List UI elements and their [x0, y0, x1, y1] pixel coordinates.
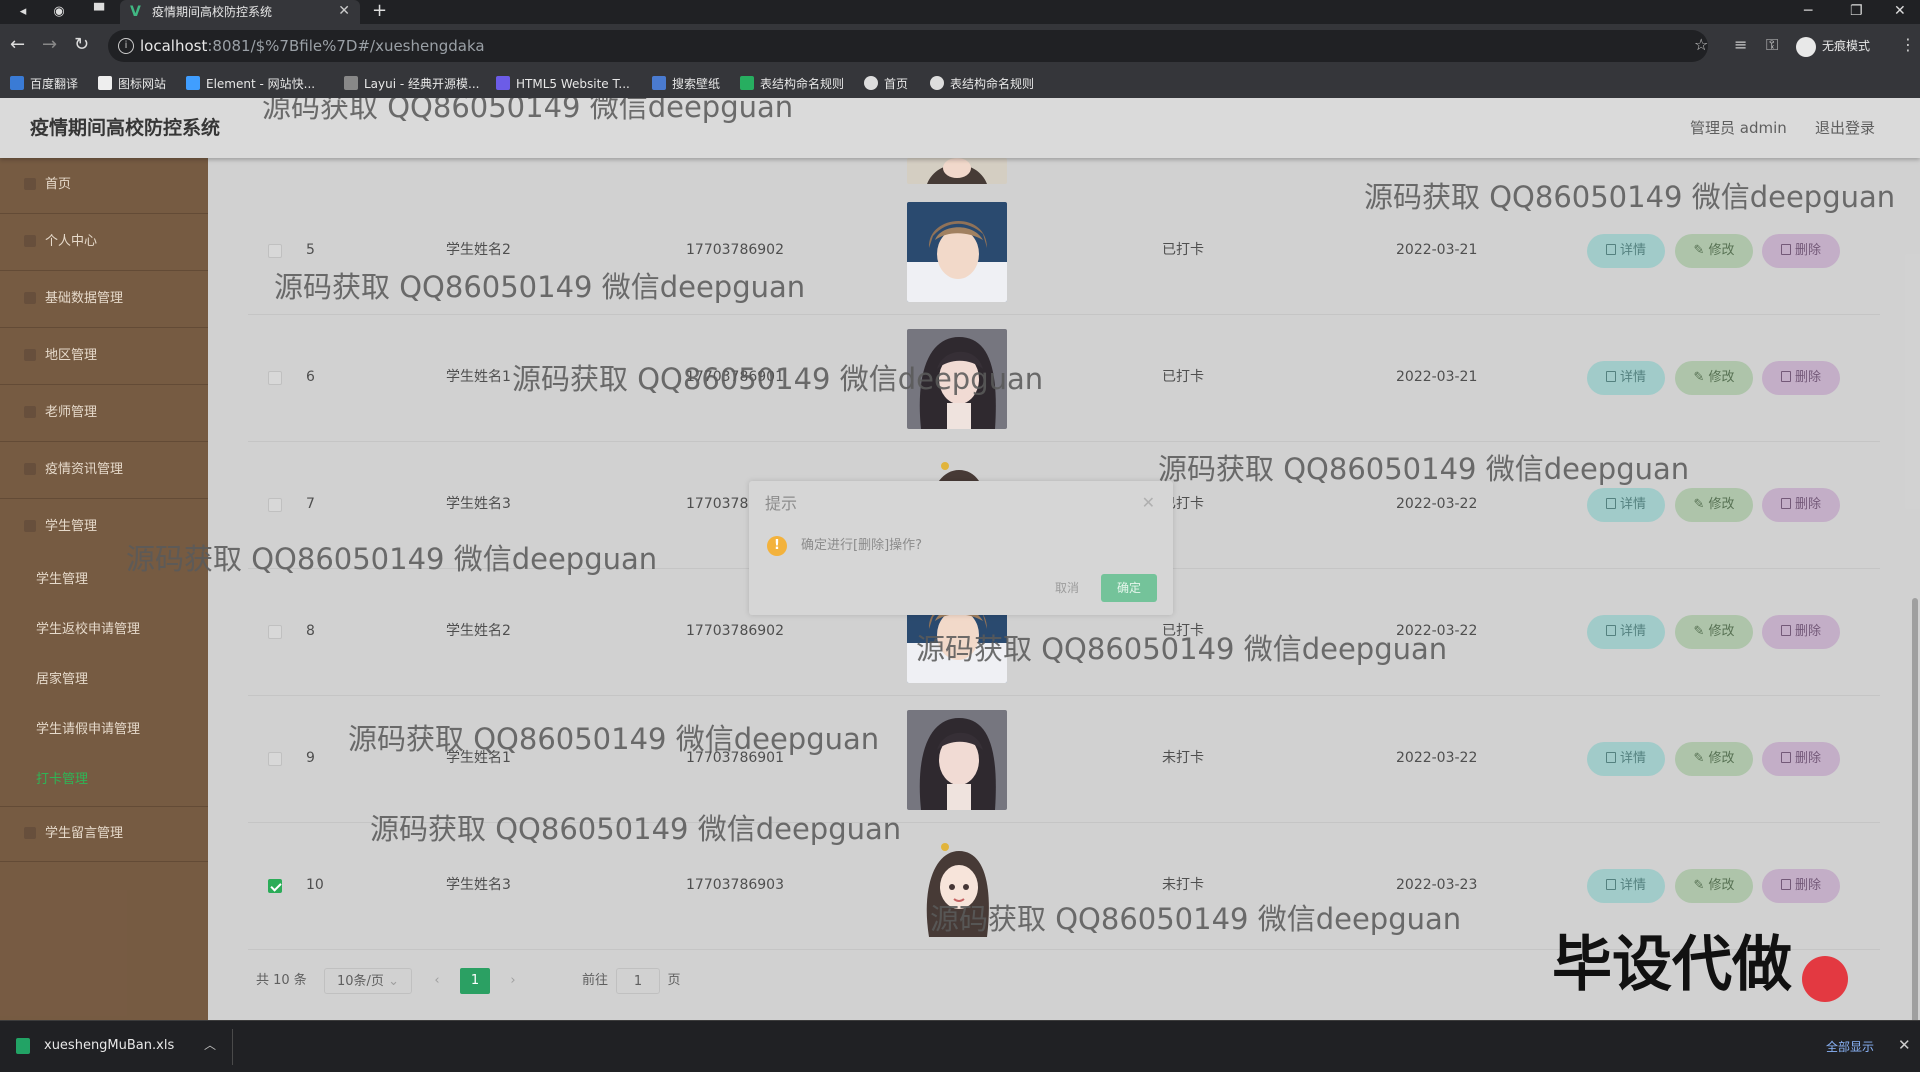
new-tab-icon[interactable]: + [372, 1, 387, 21]
watermark-corner: 毕设代做 [1552, 930, 1792, 1000]
translate-icon [10, 76, 24, 90]
chevron-up-icon[interactable]: ︿ [204, 1037, 216, 1053]
back-audio-icon[interactable]: ◂ [14, 3, 32, 21]
watermark: 源码获取 QQ86050149 微信deepguan [512, 362, 1044, 396]
cursor-highlight [1802, 956, 1848, 1002]
bookmark-item[interactable]: 搜索壁纸 [652, 76, 720, 92]
sheet-icon [740, 76, 754, 90]
watermark: 源码获取 QQ86050149 微信deepguan [1364, 180, 1896, 214]
incognito-indicator[interactable]: 无痕模式 [1796, 34, 1870, 58]
watermark: 源码获取 QQ86050149 微信deepguan [916, 632, 1448, 666]
bookmark-star-icon[interactable]: ☆ [1694, 36, 1708, 54]
incognito-icon [1796, 36, 1816, 57]
divider [232, 1029, 233, 1065]
bookmark-label: 百度翻译 [30, 77, 79, 91]
flag-icon [98, 76, 112, 90]
bookmark-item[interactable]: Element - 网站快... [186, 76, 315, 92]
close-download-bar-icon[interactable]: ✕ [1898, 1035, 1911, 1055]
download-file[interactable]: xueshengMuBan.xls [44, 1038, 174, 1054]
excel-file-icon [16, 1038, 30, 1054]
site-info-icon[interactable]: i [118, 38, 134, 54]
watermark: 源码获取 QQ86050149 微信deepguan [348, 722, 880, 756]
bookmark-item[interactable]: 图标网站 [98, 76, 166, 92]
watermark: 源码获取 QQ86050149 微信deepguan [126, 542, 658, 576]
watermark: 源码获取 QQ86050149 微信deepguan [262, 98, 794, 124]
watermark: 源码获取 QQ86050149 微信deepguan [274, 270, 806, 304]
download-bar: xueshengMuBan.xls ︿ 全部显示 ✕ [0, 1020, 1920, 1072]
vue-favicon-icon: V [130, 4, 141, 20]
bookmark-item[interactable]: HTML5 Website T... [496, 76, 630, 92]
element-icon [186, 76, 200, 90]
bookmark-label: 图标网站 [118, 77, 167, 91]
bookmark-item[interactable]: 表结构命名规则 [740, 76, 844, 92]
back-icon[interactable]: ← [10, 35, 25, 55]
minimize-icon[interactable]: ─ [1804, 2, 1812, 20]
chrome-icon[interactable]: ◉ [50, 3, 68, 21]
dialog-close-icon[interactable]: ✕ [1142, 493, 1155, 513]
tab-title: 疫情期间高校防控系统 [152, 5, 273, 19]
browser-tab[interactable]: V 疫情期间高校防控系统 ✕ [120, 0, 360, 24]
show-all-button[interactable]: 全部显示 [1812, 1035, 1888, 1059]
url-host: localhost [140, 37, 208, 55]
confirm-dialog: 提示 ✕ ! 确定进行[删除]操作? 取消 确定 [749, 481, 1173, 615]
layui-icon [344, 76, 358, 90]
cancel-button[interactable]: 取消 [1039, 574, 1095, 602]
bookmark-label: 表结构命名规则 [950, 77, 1035, 91]
window-close-icon[interactable]: ✕ [1894, 2, 1906, 20]
bookmark-item[interactable]: Layui - 经典开源模... [344, 76, 479, 92]
confirm-button[interactable]: 确定 [1101, 574, 1157, 602]
bookmark-item[interactable]: 百度翻译 [10, 76, 78, 92]
close-tab-icon[interactable]: ✕ [338, 3, 350, 19]
bookmark-item[interactable]: 表结构命名规则 [930, 76, 1034, 92]
incognito-label: 无痕模式 [1822, 39, 1871, 53]
bookmark-label: Layui - 经典开源模... [364, 77, 480, 91]
url-field[interactable]: i localhost:8081/$%7Bfile%7D#/xueshengda… [108, 30, 1708, 62]
browser-tab-strip: ◂ ◉ ▀ V 疫情期间高校防控系统 ✕ + ─ ❐ ✕ [0, 0, 1920, 24]
restore-icon[interactable]: ❐ [1850, 2, 1863, 20]
watermark: 源码获取 QQ86050149 微信deepguan [370, 812, 902, 846]
url-path: :8081/$%7Bfile%7D#/xueshengdaka [207, 37, 485, 55]
bookmark-item[interactable]: 首页 [864, 76, 908, 92]
bookmark-label: HTML5 Website T... [516, 77, 630, 91]
bookmark-label: 表结构命名规则 [760, 77, 845, 91]
reading-list-icon[interactable]: ≡ [1734, 36, 1747, 54]
window-icon[interactable]: ▀ [90, 3, 108, 21]
address-bar-row: ← → ↻ i localhost:8081/$%7Bfile%7D#/xues… [0, 24, 1920, 68]
bookmark-label: 首页 [884, 77, 909, 91]
app-viewport: 疫情期间高校防控系统 管理员 admin 退出登录 首页 个人中心 基础数据管理… [0, 98, 1920, 1020]
key-icon[interactable]: ⚿ [1766, 36, 1778, 54]
bookmark-label: 搜索壁纸 [672, 77, 721, 91]
warning-icon: ! [767, 536, 787, 556]
globe-icon [864, 76, 878, 90]
watermark: 源码获取 QQ86050149 微信deepguan [1158, 452, 1690, 486]
forward-icon[interactable]: → [42, 35, 57, 55]
wallpaper-icon [652, 76, 666, 90]
dialog-title: 提示 [765, 494, 798, 513]
watermark: 源码获取 QQ86050149 微信deepguan [930, 902, 1462, 936]
html5-icon [496, 76, 510, 90]
reload-icon[interactable]: ↻ [74, 35, 89, 55]
bookmarks-bar: 百度翻译 图标网站 Element - 网站快... Layui - 经典开源模… [0, 68, 1920, 98]
bookmark-label: Element - 网站快... [206, 77, 316, 91]
menu-dots-icon[interactable]: ⋮ [1900, 36, 1916, 54]
globe-icon [930, 76, 944, 90]
dialog-message: 确定进行[删除]操作? [801, 538, 923, 553]
